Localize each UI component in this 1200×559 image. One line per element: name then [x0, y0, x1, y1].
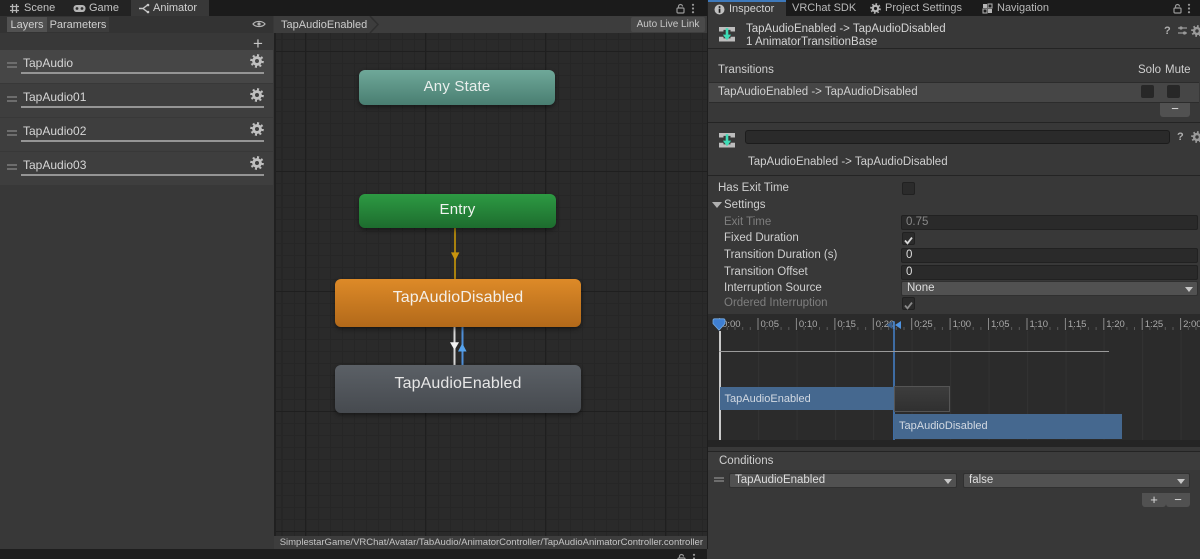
svg-text:1:05: 1:05	[991, 319, 1010, 330]
svg-text:0:15: 0:15	[837, 319, 856, 330]
svg-text:0:25: 0:25	[914, 319, 933, 330]
svg-text:1:20: 1:20	[1106, 319, 1125, 330]
svg-text:1:10: 1:10	[1030, 319, 1049, 330]
svg-text:1:25: 1:25	[1145, 319, 1164, 330]
svg-text:0:10: 0:10	[799, 319, 818, 330]
svg-text:0:05: 0:05	[761, 319, 780, 330]
svg-text:2:00: 2:00	[1183, 319, 1200, 330]
svg-text:1:00: 1:00	[953, 319, 972, 330]
svg-text:1:15: 1:15	[1068, 319, 1087, 330]
